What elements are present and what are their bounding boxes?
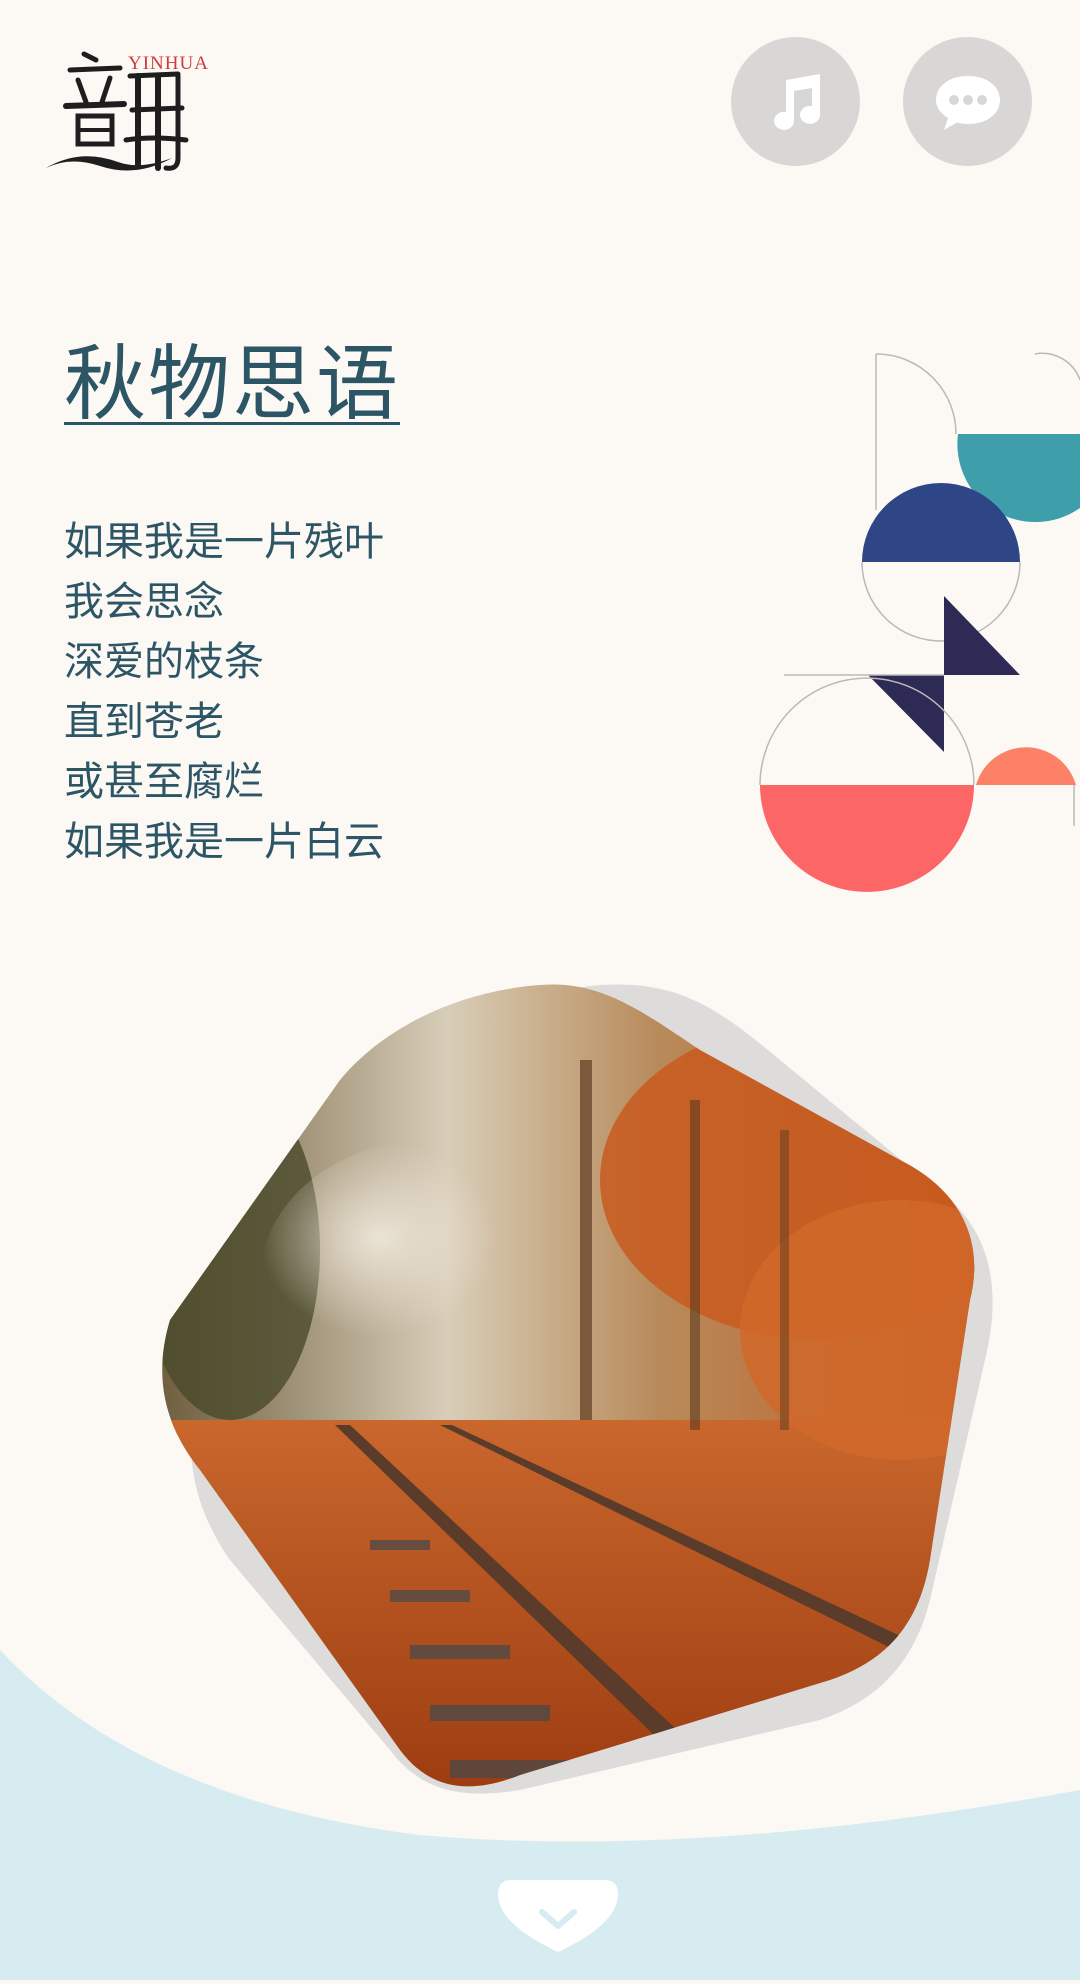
chat-button[interactable] <box>903 37 1032 166</box>
music-button[interactable] <box>731 37 860 166</box>
poem-line: 我会思念 <box>64 579 224 625</box>
poem-line: 如果我是一片残叶 <box>64 519 384 565</box>
geometric-decoration <box>759 352 1080 902</box>
logo: YINHUA <box>40 40 220 180</box>
page-title: 秋物思语 <box>64 337 401 432</box>
logo-text: YINHUA <box>128 53 209 74</box>
chevron-down-icon <box>498 1880 618 1952</box>
music-note-icon <box>773 73 820 130</box>
poem-line: 如果我是一片白云 <box>64 819 384 865</box>
scroll-down-button[interactable] <box>496 1878 620 1954</box>
chat-bubble-icon <box>935 75 1000 130</box>
autumn-railway-photo <box>150 975 1000 1805</box>
poem-line: 深爱的枝条 <box>64 639 264 685</box>
poem-line: 或甚至腐烂 <box>64 759 264 805</box>
poem: 如果我是一片残叶 我会思念 深爱的枝条 直到苍老 或甚至腐烂 如果我是一片白云 <box>64 512 384 872</box>
poem-line: 直到苍老 <box>64 699 224 745</box>
